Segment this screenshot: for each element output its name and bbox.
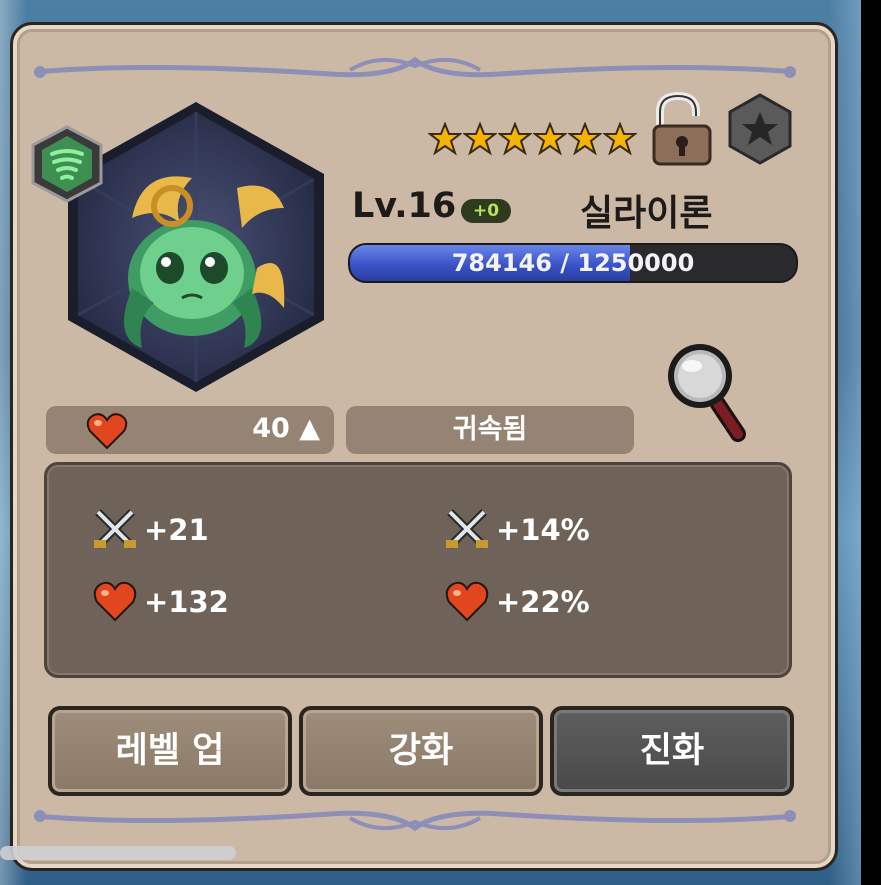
top-ornament bbox=[34, 56, 796, 78]
stat-hp-flat: +132 bbox=[92, 580, 229, 624]
evolve-button[interactable]: 진화 bbox=[550, 706, 794, 796]
star-icon bbox=[498, 122, 532, 156]
bottom-ornament bbox=[34, 810, 796, 832]
magnifier-icon[interactable] bbox=[662, 338, 750, 442]
exp-bar: 784146 / 1250000 bbox=[348, 243, 798, 283]
affection-value: 40 ▲ bbox=[252, 413, 320, 444]
unlocked-padlock-icon[interactable] bbox=[650, 92, 714, 168]
wind-element-icon bbox=[31, 125, 103, 203]
level-bonus-badge: +0 bbox=[461, 199, 511, 223]
swords-icon bbox=[446, 509, 488, 549]
star-icon bbox=[428, 122, 462, 156]
bound-status-pill: 귀속됨 bbox=[346, 406, 634, 454]
stat-value: +132 bbox=[144, 585, 229, 619]
level-label: Lv.16 bbox=[352, 186, 457, 226]
stat-value: +22% bbox=[496, 585, 590, 619]
stat-value: +14% bbox=[496, 513, 590, 547]
heart-icon bbox=[445, 581, 489, 622]
stat-attack-percent: +14% bbox=[444, 508, 590, 552]
star-icon bbox=[533, 122, 567, 156]
affection-pill: 40 ▲ bbox=[46, 406, 334, 454]
star-icon bbox=[463, 122, 497, 156]
level-up-button[interactable]: 레벨 업 bbox=[48, 706, 292, 796]
stat-attack-flat: +21 bbox=[92, 508, 209, 552]
screen-edge bbox=[861, 0, 881, 885]
heart-icon bbox=[93, 581, 137, 622]
stat-value: +21 bbox=[144, 513, 209, 547]
heart-icon bbox=[86, 413, 128, 450]
stats-box bbox=[44, 462, 792, 678]
swords-icon bbox=[94, 509, 136, 549]
favorite-star-icon[interactable] bbox=[727, 92, 793, 166]
star-icon bbox=[603, 122, 637, 156]
star-icon bbox=[568, 122, 602, 156]
scrollbar[interactable] bbox=[0, 846, 236, 860]
character-name: 실라이론 bbox=[580, 193, 713, 234]
exp-text: 784146 / 1250000 bbox=[451, 249, 695, 277]
stat-hp-percent: +22% bbox=[444, 580, 590, 624]
star-rating bbox=[428, 122, 637, 156]
enhance-button[interactable]: 강화 bbox=[299, 706, 543, 796]
